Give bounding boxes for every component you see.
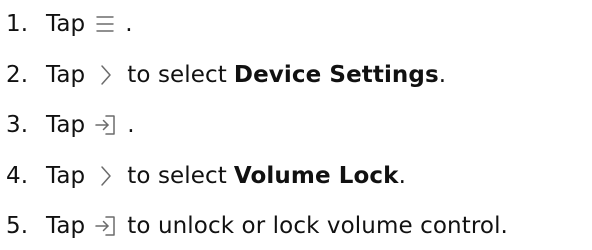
step-end: . <box>398 163 406 189</box>
enter-icon <box>93 213 119 239</box>
step-2: 2. Tap to select Device Settings . <box>0 55 446 95</box>
chevron-right-icon <box>93 163 119 189</box>
step-text: to select <box>127 62 227 88</box>
instruction-steps: 1. Tap . 2. Tap to select Device Setting… <box>0 0 592 250</box>
tap-label: Tap <box>46 163 86 189</box>
chevron-right-icon <box>93 62 119 88</box>
step-text: . <box>127 112 135 138</box>
step-number: 2. <box>6 62 29 88</box>
step-3: 3. Tap . <box>0 105 135 145</box>
step-end: . <box>438 62 447 88</box>
step-1: 1. Tap . <box>0 4 133 44</box>
step-5: 5. Tap to unlock or lock volume control. <box>0 206 508 246</box>
step-number: 1. <box>6 11 29 37</box>
step-text: to unlock or lock volume control. <box>127 213 508 239</box>
step-4: 4. Tap to select Volume Lock . <box>0 156 406 196</box>
enter-icon <box>93 112 119 138</box>
menu-icon <box>93 14 117 34</box>
step-text: . <box>125 11 133 37</box>
setting-name: Device Settings <box>233 62 439 88</box>
setting-name: Volume Lock <box>233 163 399 189</box>
step-number: 5. <box>6 213 29 239</box>
tap-label: Tap <box>46 62 86 88</box>
tap-label: Tap <box>46 11 86 37</box>
tap-label: Tap <box>46 112 86 138</box>
step-number: 4. <box>6 163 29 189</box>
tap-label: Tap <box>46 213 86 239</box>
step-text: to select <box>127 163 227 189</box>
step-number: 3. <box>6 112 29 138</box>
